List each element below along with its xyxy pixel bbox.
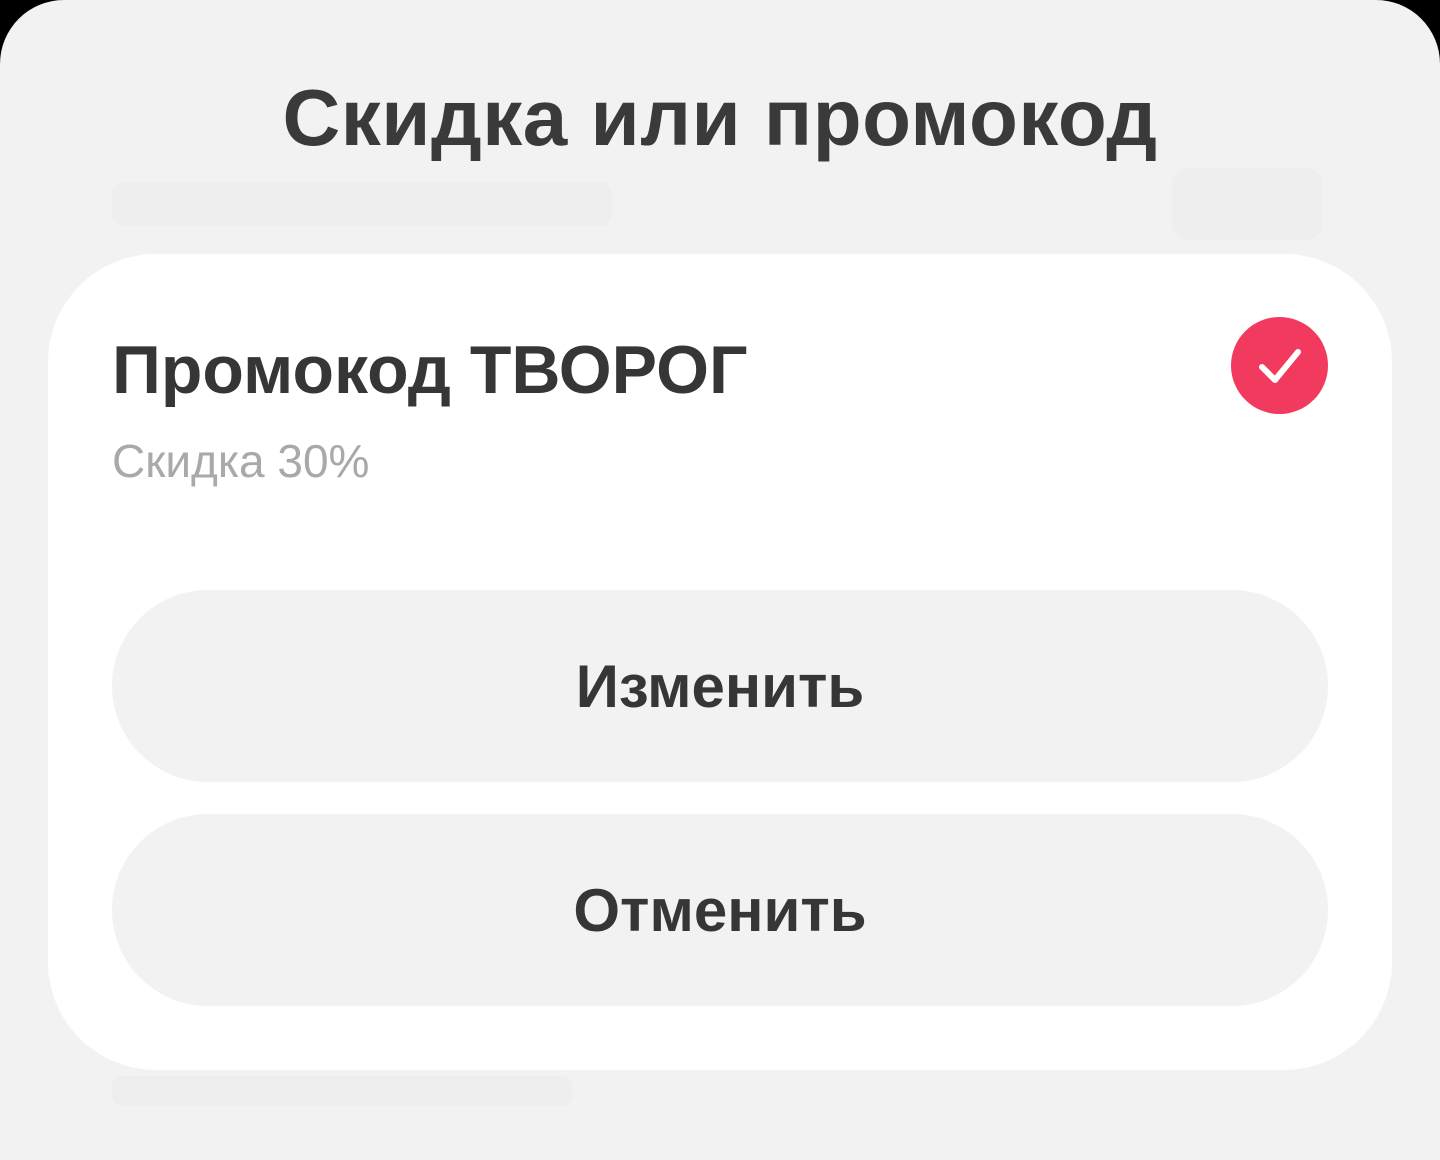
sheet-title: Скидка или промокод <box>282 73 1158 162</box>
promo-card: Промокод ТВОРОГ Скидка 30% Изменить Отме… <box>48 254 1392 1070</box>
promo-code-title: Промокод ТВОРОГ <box>112 332 748 408</box>
background-placeholder-text <box>112 182 612 226</box>
checkmark-icon <box>1258 348 1301 383</box>
cancel-button[interactable]: Отменить <box>112 814 1328 1006</box>
promo-selected-checkbox[interactable] <box>1231 317 1328 414</box>
background-placeholder-toggle <box>1172 168 1322 240</box>
bottom-sheet: Скидка или промокод Промокод ТВОРОГ Скид… <box>0 0 1440 1160</box>
background-placeholder-footer <box>112 1076 572 1106</box>
promo-discount-label: Скидка 30% <box>112 435 370 487</box>
change-button[interactable]: Изменить <box>112 590 1328 782</box>
